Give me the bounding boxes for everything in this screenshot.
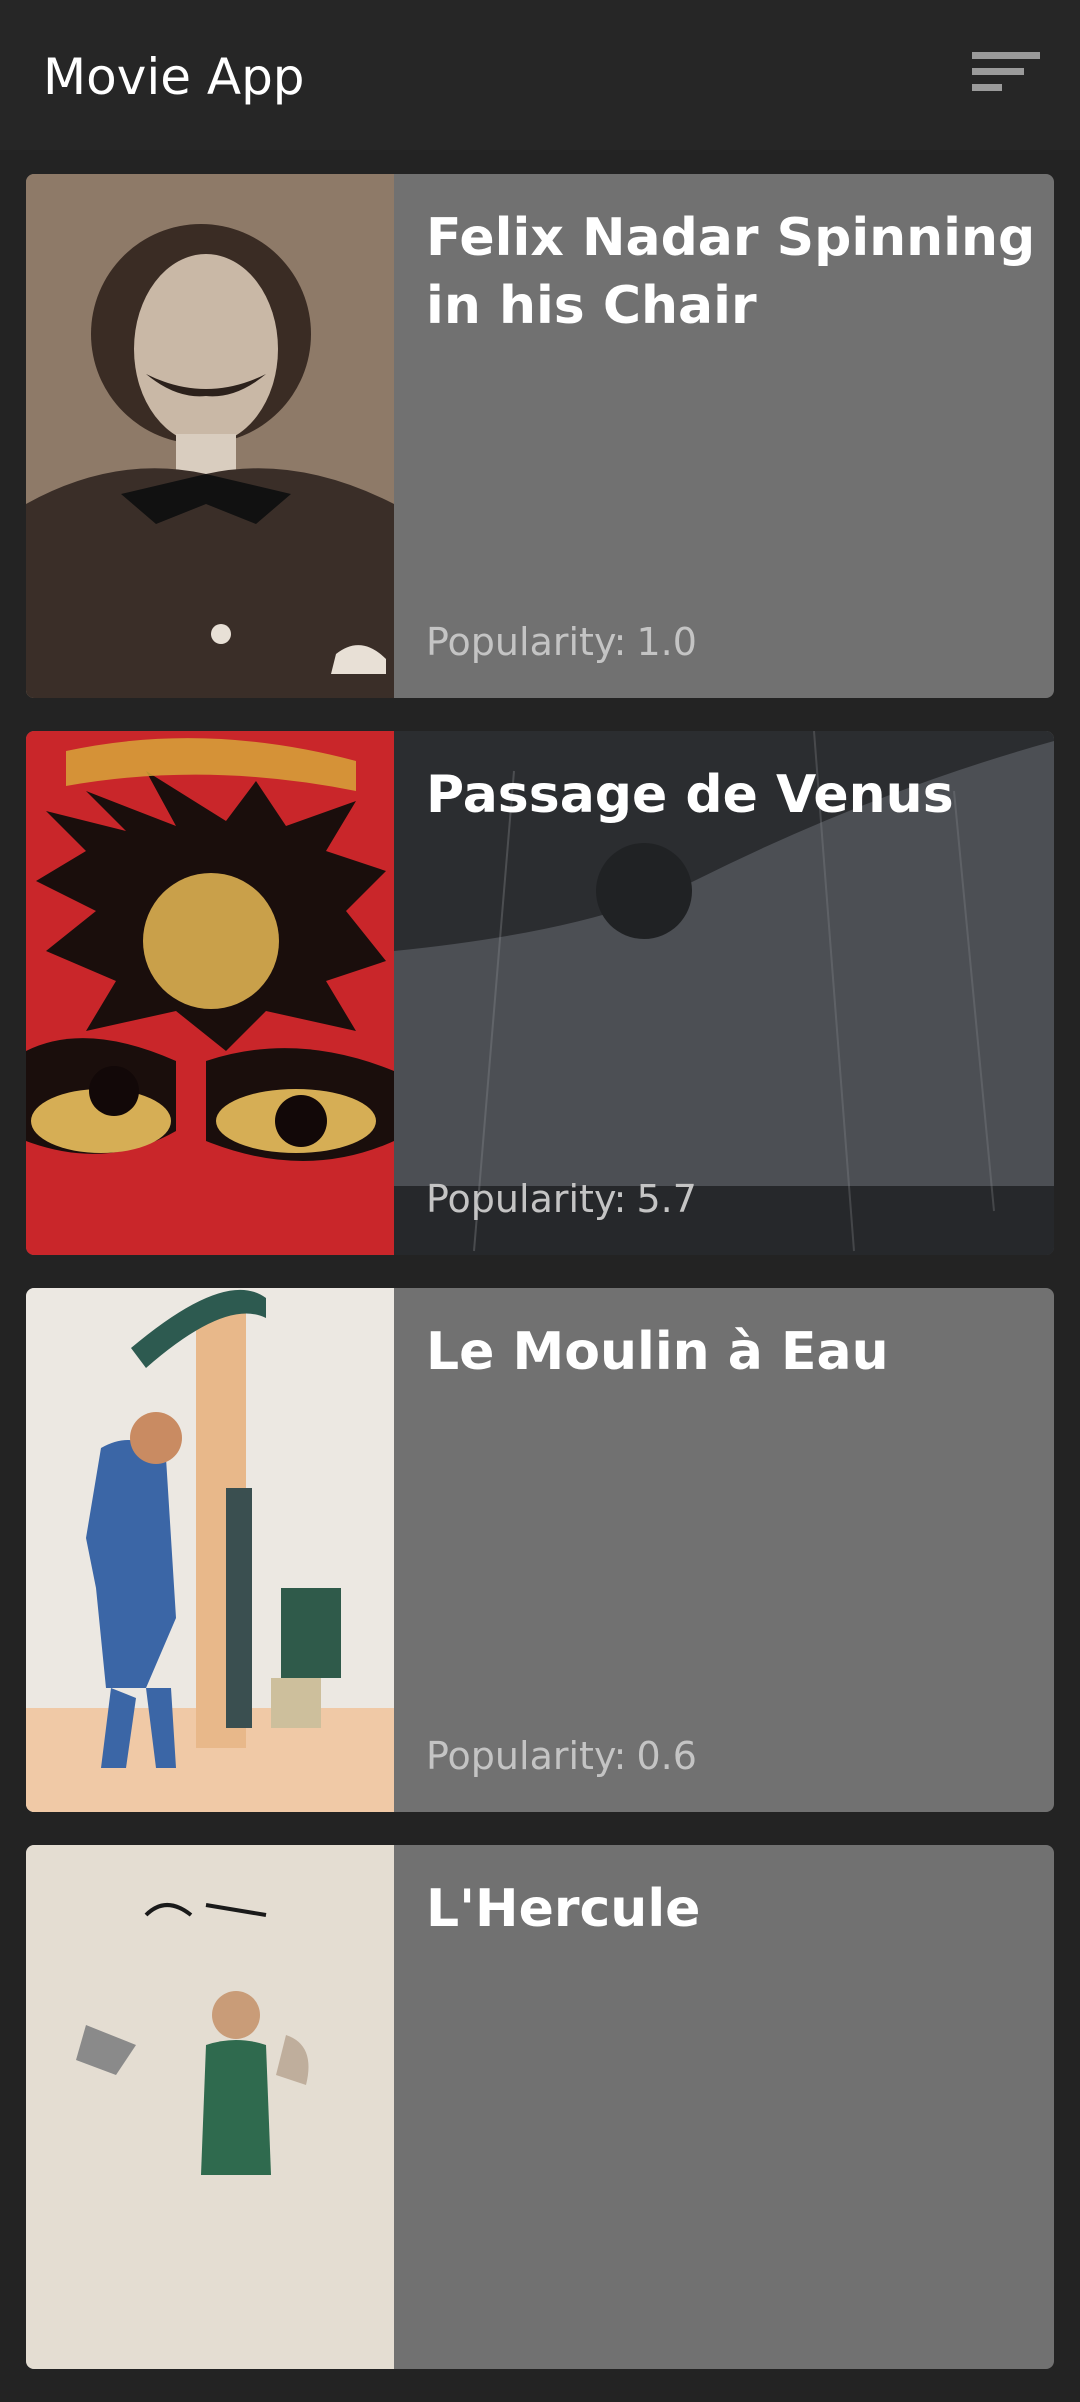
popularity-label: Popularity: [426, 620, 627, 664]
movie-list[interactable]: Felix Nadar Spinning in his Chair Popula… [26, 174, 1054, 2402]
poster-image [26, 1288, 394, 1812]
movie-info: L'Hercule [394, 1845, 1054, 2369]
movie-info: Passage de Venus Popularity: 5.7 [394, 731, 1054, 1255]
popularity-value: 1.0 [636, 620, 697, 664]
movie-popularity: Popularity: 1.0 [426, 620, 697, 664]
movie-card[interactable]: Le Moulin à Eau Popularity: 0.6 [26, 1288, 1054, 1812]
app-bar: Movie App [0, 0, 1080, 150]
movie-title: L'Hercule [426, 1879, 701, 1939]
popularity-label: Popularity: [426, 1734, 627, 1778]
sort-button[interactable] [964, 44, 1044, 104]
poster-image [26, 174, 394, 698]
popularity-value: 5.7 [636, 1177, 697, 1221]
movie-title: Felix Nadar Spinning in his Chair [426, 208, 1036, 336]
poster-image [26, 1845, 394, 2369]
movie-card[interactable]: L'Hercule [26, 1845, 1054, 2369]
popularity-label: Popularity: [426, 1177, 627, 1221]
movie-info: Felix Nadar Spinning in his Chair Popula… [394, 174, 1054, 698]
movie-card[interactable]: Felix Nadar Spinning in his Chair Popula… [26, 174, 1054, 698]
movie-popularity: Popularity: 5.7 [426, 1177, 697, 1221]
movie-card[interactable]: Passage de Venus Popularity: 5.7 [26, 731, 1054, 1255]
movie-title: Passage de Venus [426, 765, 954, 825]
movie-popularity: Popularity: 0.6 [426, 1734, 697, 1778]
movie-title: Le Moulin à Eau [426, 1322, 889, 1382]
movie-info: Le Moulin à Eau Popularity: 0.6 [394, 1288, 1054, 1812]
poster-image [26, 731, 394, 1255]
sort-icon [972, 52, 1040, 91]
popularity-value: 0.6 [636, 1734, 697, 1778]
app-title: Movie App [43, 48, 305, 106]
